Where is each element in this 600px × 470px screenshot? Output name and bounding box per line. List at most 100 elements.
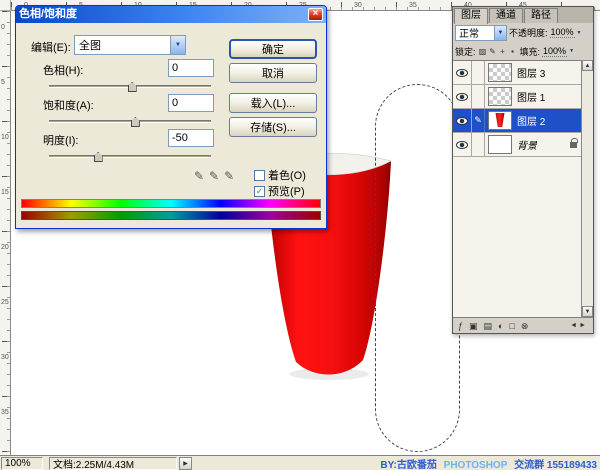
dialog-body: 编辑(E): 全图 ▼ 确定 取消 载入(L)... 存储(S)... 色相(H…	[16, 23, 326, 227]
eye-icon	[456, 69, 468, 77]
lightness-input[interactable]	[168, 129, 214, 147]
tab-channels[interactable]: 通道	[489, 8, 523, 23]
panel-bottom-icons: ƒ ▣ ▤ ◐ □ ⊗	[458, 319, 528, 333]
layer-thumbnail[interactable]	[488, 87, 512, 106]
fill-value[interactable]: 100%	[542, 46, 567, 57]
layer-thumbnail[interactable]	[488, 63, 512, 82]
new-layer-icon[interactable]: □	[509, 319, 514, 333]
source-color-bar	[21, 199, 321, 208]
saturation-input[interactable]	[168, 94, 214, 112]
ruler-number: 35	[1, 409, 9, 416]
visibility-toggle[interactable]	[453, 133, 472, 156]
lock-paint-icon[interactable]: ✎	[488, 47, 498, 57]
lightness-slider[interactable]	[49, 151, 211, 163]
layer-row-layer2[interactable]: ✎ 图层 2	[453, 109, 582, 133]
layer-row-layer3[interactable]: 图层 3	[453, 61, 582, 85]
cup-thumbnail-shape	[495, 113, 505, 127]
saturation-slider[interactable]	[49, 116, 211, 128]
delete-layer-icon[interactable]: ⊗	[521, 319, 529, 333]
ruler-number: 35	[409, 2, 417, 9]
edit-dropdown-value: 全图	[79, 37, 101, 53]
edit-dropdown[interactable]: 全图 ▼	[74, 35, 186, 55]
lock-position-icon[interactable]: +	[498, 47, 508, 57]
new-set-icon[interactable]: ▤	[484, 319, 493, 333]
scroll-up-icon[interactable]: ▲	[582, 60, 593, 71]
preview-checkbox[interactable]: ✓ 预览(P)	[254, 183, 305, 199]
adjusted-color-bar	[21, 211, 321, 220]
check-icon[interactable]: ✓	[254, 186, 265, 197]
chevron-down-icon[interactable]: ▼	[494, 26, 506, 40]
add-layer-style-icon[interactable]: ƒ	[458, 319, 463, 333]
hue-slider-thumb[interactable]	[128, 82, 137, 92]
edit-label: 编辑(E):	[31, 39, 71, 55]
ruler-number: 10	[1, 134, 9, 141]
eye-icon	[456, 141, 468, 149]
layer-name: 图层 1	[517, 89, 545, 104]
lock-icons: ▨✎+▪	[478, 46, 518, 57]
tab-layers[interactable]: 图层	[454, 8, 488, 24]
left-ruler[interactable]: 05101520253035	[0, 11, 11, 455]
hue-saturation-dialog: 色相/饱和度 × 编辑(E): 全图 ▼ 确定 取消 载入(L)... 存储(S…	[15, 5, 327, 229]
blend-row: 正常 ▼ 不透明度: 100% ▼	[453, 23, 593, 42]
save-button[interactable]: 存储(S)...	[229, 117, 317, 137]
blend-mode-dropdown[interactable]: 正常 ▼	[455, 25, 507, 41]
colorize-checkbox[interactable]: 着色(O)	[254, 167, 306, 183]
ruler-number: 20	[1, 244, 9, 251]
adjustment-layer-icon[interactable]: ◐	[498, 319, 503, 333]
lock-transparency-icon[interactable]: ▨	[478, 47, 488, 57]
layer-thumbnail[interactable]	[488, 135, 512, 154]
lock-row: 锁定: ▨✎+▪ 填充: 100% ▼	[453, 42, 593, 60]
panel-bottom-bar: ƒ ▣ ▤ ◐ □ ⊗ ◄►	[453, 317, 593, 333]
opacity-value[interactable]: 100%	[550, 27, 575, 38]
credit-app: PHOTOSHOP	[444, 460, 508, 470]
hue-slider[interactable]	[49, 81, 211, 93]
preview-label: 预览(P)	[268, 183, 305, 199]
tab-paths[interactable]: 路径	[524, 8, 558, 23]
layer-row-layer1[interactable]: 图层 1	[453, 85, 582, 109]
dialog-titlebar[interactable]: 色相/饱和度 ×	[16, 6, 326, 23]
load-button[interactable]: 载入(L)...	[229, 93, 317, 113]
panel-tabs: 图层 通道 路径	[453, 7, 593, 23]
visibility-toggle[interactable]	[453, 109, 472, 132]
lock-all-icon[interactable]: ▪	[508, 47, 518, 57]
visibility-toggle[interactable]	[453, 85, 472, 108]
lock-label: 锁定:	[455, 45, 476, 58]
hue-input[interactable]	[168, 59, 214, 77]
visibility-toggle[interactable]	[453, 61, 472, 84]
panel-scroll-arrows[interactable]: ◄►	[570, 322, 588, 329]
zoom-level[interactable]: 100%	[1, 457, 43, 470]
panel-scrollbar[interactable]: ▲ ▼	[581, 60, 593, 317]
ruler-number: 25	[1, 299, 9, 306]
watermark-credit: BY:古欧番茄 PHOTOSHOP 交流群 155189433	[380, 456, 597, 470]
layers-panel: 图层 通道 路径 正常 ▼ 不透明度: 100% ▼ 锁定: ▨✎+▪ 填充: …	[452, 6, 594, 334]
hue-label: 色相(H):	[43, 62, 83, 78]
scroll-down-icon[interactable]: ▼	[582, 306, 593, 317]
document-size-info: 文档:2.25M/4.43M	[49, 457, 177, 470]
layer-name: 图层 2	[517, 113, 545, 128]
link-cell	[472, 133, 485, 156]
left-arrow-icon: ◄	[570, 322, 579, 329]
selection-marquee	[375, 84, 460, 452]
colorize-label: 着色(O)	[268, 167, 306, 183]
lightness-slider-track[interactable]	[49, 155, 211, 158]
layers-list: 图层 3 图层 1 ✎ 图层 2 背景	[453, 60, 582, 317]
checkbox-box[interactable]	[254, 170, 265, 181]
add-mask-icon[interactable]: ▣	[469, 319, 478, 333]
chevron-down-icon[interactable]: ▼	[569, 48, 574, 54]
status-popup-arrow-icon[interactable]: ▶	[179, 457, 192, 470]
ruler-number: 30	[354, 2, 362, 9]
chevron-down-icon[interactable]: ▼	[577, 30, 582, 36]
layer-thumbnail-cup[interactable]	[488, 111, 512, 130]
eyedropper-icons[interactable]: ✎✎✎	[194, 169, 239, 183]
layer-row-background[interactable]: 背景	[453, 133, 582, 157]
lightness-slider-thumb[interactable]	[94, 152, 103, 162]
credit-author: BY:古欧番茄	[380, 460, 436, 470]
cancel-button[interactable]: 取消	[229, 63, 317, 83]
layer-name: 图层 3	[517, 65, 545, 80]
saturation-slider-track[interactable]	[49, 120, 211, 123]
close-icon[interactable]: ×	[308, 8, 323, 21]
chevron-down-icon[interactable]: ▼	[170, 36, 185, 54]
ruler-number: 0	[1, 24, 5, 31]
saturation-slider-thumb[interactable]	[131, 117, 140, 127]
ok-button[interactable]: 确定	[229, 39, 317, 59]
